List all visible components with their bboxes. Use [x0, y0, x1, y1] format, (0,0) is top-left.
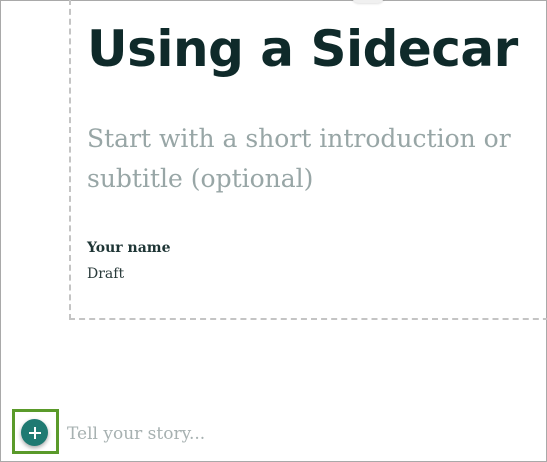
plus-icon [28, 426, 41, 439]
story-subtitle[interactable]: Start with a short introduction or subti… [87, 119, 527, 199]
story-status: Draft [87, 266, 125, 282]
story-title[interactable]: Using a Sidecar [87, 19, 518, 79]
story-builder-canvas: Using a Sidecar Start with a short intro… [0, 0, 547, 462]
story-text-input[interactable] [67, 421, 487, 447]
add-block-button[interactable] [21, 419, 48, 446]
author-name[interactable]: Your name [87, 239, 171, 257]
